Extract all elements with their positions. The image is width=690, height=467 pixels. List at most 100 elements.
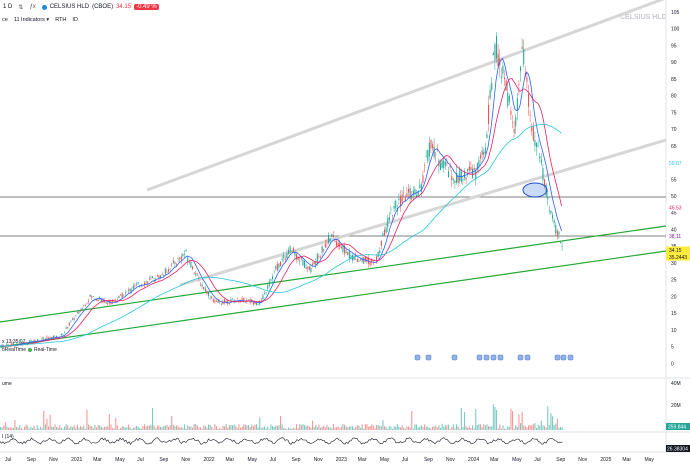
volume-bar bbox=[296, 424, 298, 430]
candle-body bbox=[220, 303, 222, 305]
event-marker-icon[interactable] bbox=[414, 354, 421, 361]
candle-body bbox=[206, 290, 208, 295]
volume-bar bbox=[457, 426, 459, 430]
candle-body bbox=[204, 288, 206, 292]
candle-body bbox=[179, 257, 181, 259]
event-marker-icon[interactable] bbox=[451, 354, 458, 361]
volume-bar bbox=[251, 424, 253, 430]
candle-body bbox=[200, 284, 202, 286]
candle-body bbox=[148, 278, 150, 280]
candle-body bbox=[264, 293, 266, 294]
volume-bar bbox=[339, 428, 341, 430]
event-marker-icon[interactable] bbox=[483, 354, 490, 361]
volume-bar bbox=[120, 428, 122, 430]
event-marker-icon[interactable] bbox=[567, 354, 574, 361]
price-tick: 90 bbox=[671, 60, 677, 66]
volume-bar bbox=[36, 425, 38, 430]
volume-bar bbox=[355, 426, 357, 430]
candle-body bbox=[390, 208, 392, 210]
volume-bar bbox=[505, 428, 507, 430]
volume-bar bbox=[304, 425, 306, 430]
candle-body bbox=[268, 281, 270, 286]
volume-bar bbox=[198, 427, 200, 430]
candle-body bbox=[555, 225, 557, 234]
volume-bar bbox=[472, 425, 474, 430]
volume-bar bbox=[3, 425, 5, 430]
volume-bar bbox=[401, 425, 403, 430]
candle-body bbox=[68, 322, 70, 326]
candle-body bbox=[190, 261, 192, 268]
candle-body bbox=[406, 193, 408, 197]
time-tick: Sep bbox=[27, 457, 36, 463]
price-chart[interactable]: 1051009590858075706560555045403530252015… bbox=[0, 0, 690, 467]
volume-bar bbox=[81, 427, 83, 430]
volume-bar bbox=[529, 425, 531, 430]
volume-bar bbox=[368, 427, 370, 430]
volume-bar bbox=[115, 417, 117, 430]
channel-lower-line[interactable] bbox=[179, 138, 667, 287]
volume-bar bbox=[486, 424, 488, 430]
candle-body bbox=[152, 276, 154, 279]
candle-body bbox=[280, 261, 282, 267]
event-marker-icon[interactable] bbox=[476, 354, 483, 361]
time-tick: 2021 bbox=[71, 457, 82, 463]
candle-body bbox=[494, 44, 496, 60]
volume-bar bbox=[94, 424, 96, 430]
event-marker-icon[interactable] bbox=[554, 354, 561, 361]
volume-bar bbox=[208, 424, 210, 430]
volume-bar bbox=[438, 425, 440, 430]
volume-bar bbox=[24, 426, 26, 430]
volume-bar bbox=[201, 428, 203, 430]
volume-bar bbox=[129, 427, 131, 430]
candle-body bbox=[134, 285, 136, 287]
price-axis[interactable]: 1051009590858075706560555045403530252015… bbox=[671, 10, 680, 367]
candle-body bbox=[232, 298, 234, 300]
volume-bar bbox=[260, 427, 262, 430]
candle-body bbox=[292, 248, 294, 253]
volume-bar bbox=[22, 428, 24, 430]
event-marker-icon[interactable] bbox=[517, 354, 524, 361]
event-marker-icon[interactable] bbox=[490, 354, 497, 361]
volume-bar bbox=[193, 424, 195, 430]
price-tick: 10 bbox=[671, 328, 677, 334]
volume-value: 259.844 bbox=[668, 425, 686, 431]
candle-body bbox=[560, 242, 562, 243]
candle-body bbox=[288, 249, 290, 254]
event-marker-icon[interactable] bbox=[560, 354, 567, 361]
volume-bar bbox=[75, 428, 77, 430]
event-marker-icon[interactable] bbox=[497, 354, 504, 361]
volume-bar bbox=[464, 412, 466, 430]
volume-bar bbox=[9, 427, 11, 430]
volume-bar bbox=[148, 425, 150, 430]
volume-bar bbox=[153, 425, 155, 430]
time-axis[interactable]: Jul Sep Nov 2021 Mar May Jul Sep Nov 2022 Mar May Ju… bbox=[5, 457, 654, 463]
volume-bar bbox=[65, 424, 67, 430]
price-tick: 50 bbox=[671, 194, 677, 200]
event-marker-icon[interactable] bbox=[425, 354, 432, 361]
candle-body bbox=[336, 241, 338, 246]
volume-bar bbox=[491, 426, 493, 430]
candle-body bbox=[454, 180, 456, 183]
volume-bar bbox=[369, 425, 371, 430]
event-marker-icon[interactable] bbox=[524, 354, 531, 361]
candle-body bbox=[123, 295, 125, 297]
volume-bar bbox=[452, 424, 454, 430]
volume-bar bbox=[139, 428, 141, 430]
candle-body bbox=[328, 234, 330, 243]
channel-upper-line[interactable] bbox=[146, 0, 666, 192]
volume-bar bbox=[236, 428, 238, 430]
volume-bar bbox=[83, 425, 85, 430]
candlestick-series bbox=[0, 31, 563, 349]
candle-body bbox=[196, 273, 198, 274]
highlight-ellipse-icon[interactable] bbox=[522, 182, 548, 198]
volume-bar bbox=[332, 424, 334, 430]
volume-bar bbox=[504, 428, 506, 430]
volume-bar bbox=[556, 418, 558, 430]
volume-bar bbox=[54, 424, 56, 430]
volume-bar bbox=[44, 424, 46, 430]
candle-body bbox=[184, 254, 186, 255]
volume-bar bbox=[257, 427, 259, 430]
candle-body bbox=[136, 283, 138, 285]
candle-body bbox=[403, 192, 405, 193]
event-markers[interactable] bbox=[414, 354, 574, 361]
